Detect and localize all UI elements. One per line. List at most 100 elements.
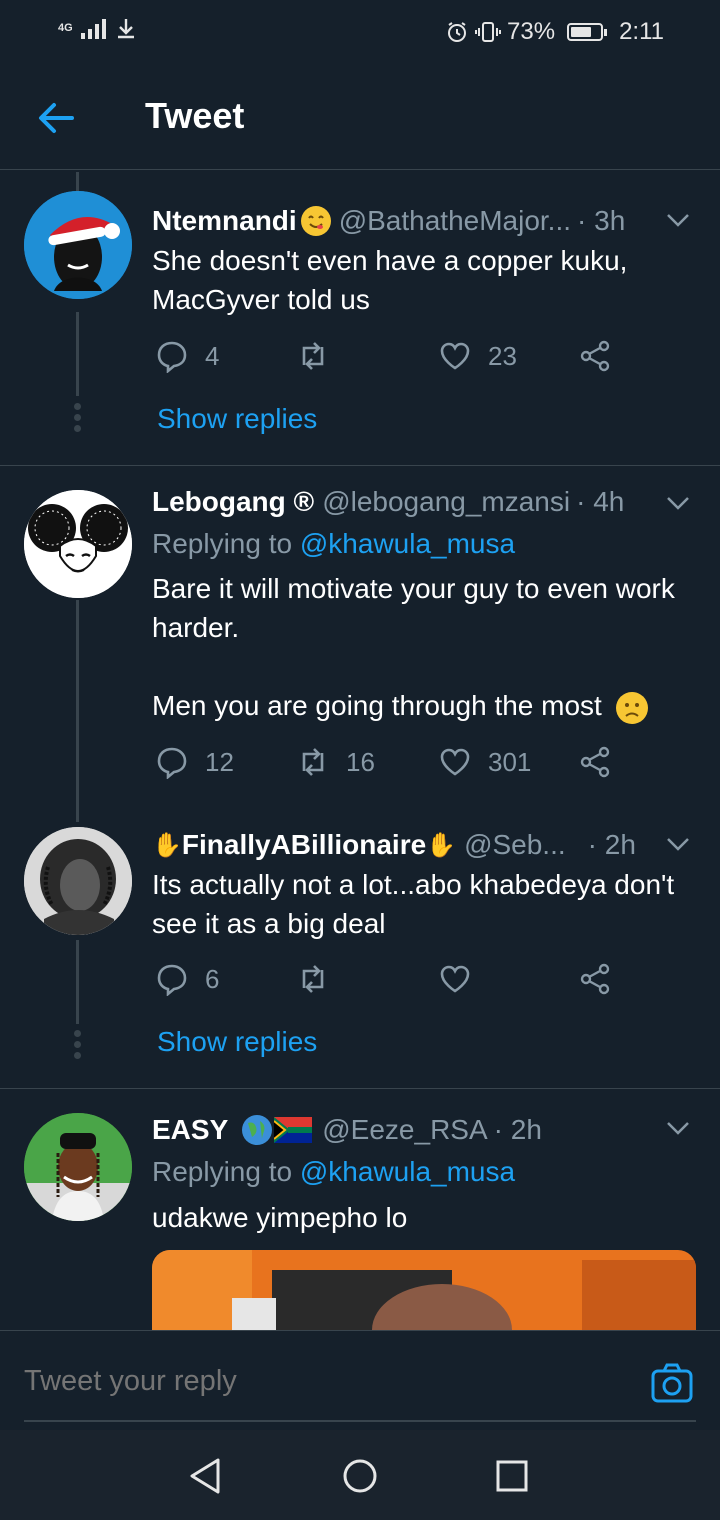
thread-dots bbox=[74, 403, 81, 432]
heart-icon bbox=[440, 748, 470, 776]
replying-to: Replying to @khawula_musa bbox=[152, 1156, 515, 1188]
replying-to-label: Replying to bbox=[152, 1156, 293, 1187]
thread-dots bbox=[74, 1030, 81, 1059]
retweet-icon bbox=[302, 342, 324, 370]
header: Tweet bbox=[0, 62, 720, 170]
tweet-text-line2: Men you are going through the most bbox=[152, 686, 692, 725]
timestamp: · 4h bbox=[576, 486, 625, 517]
replying-to-label: Replying to bbox=[152, 528, 293, 559]
alarm-icon bbox=[448, 22, 467, 42]
avatar[interactable] bbox=[24, 191, 132, 299]
retweet-icon bbox=[302, 748, 324, 776]
status-bar: 4G 73% 2:11 bbox=[0, 0, 720, 62]
worried-face-emoji-icon bbox=[615, 691, 648, 724]
like-button[interactable]: 301 bbox=[438, 745, 531, 779]
system-nav-bar bbox=[0, 1430, 720, 1520]
timestamp: · 2h bbox=[587, 829, 636, 860]
reply-underline bbox=[24, 1420, 696, 1422]
network-type: 4G bbox=[58, 22, 73, 34]
tweet-media-image[interactable] bbox=[152, 1250, 696, 1330]
reply-button[interactable]: 6 bbox=[155, 962, 219, 996]
user-handle[interactable]: @lebogang_mzansi bbox=[322, 486, 570, 518]
tweet-text: Its actually not a lot...abo khabedeya d… bbox=[152, 869, 675, 939]
back-arrow-icon[interactable] bbox=[30, 92, 82, 144]
south-africa-flag-icon bbox=[273, 1117, 313, 1143]
signal-icon bbox=[80, 17, 106, 39]
thread-line bbox=[76, 312, 79, 396]
retweet-count: 16 bbox=[346, 746, 375, 777]
download-icon bbox=[117, 19, 134, 39]
avatar[interactable] bbox=[24, 827, 132, 935]
nav-recents-icon[interactable] bbox=[490, 1454, 534, 1498]
reply-icon bbox=[157, 747, 187, 779]
like-count: 23 bbox=[488, 340, 517, 371]
user-name[interactable]: EASY bbox=[152, 1114, 228, 1146]
user-handle[interactable]: @Seb... bbox=[464, 829, 566, 861]
user-handle[interactable]: @BathatheMajor... bbox=[339, 205, 571, 237]
mention-link[interactable]: @khawula_musa bbox=[300, 528, 515, 559]
avatar[interactable] bbox=[24, 490, 132, 598]
retweet-button[interactable] bbox=[296, 962, 346, 996]
reply-icon bbox=[157, 341, 187, 373]
tweet-text: Bare it will motivate your guy to even w… bbox=[152, 573, 675, 643]
user-name[interactable]: Lebogang ® bbox=[152, 486, 314, 518]
chevron-down-icon[interactable] bbox=[664, 489, 692, 517]
heart-icon bbox=[440, 965, 470, 993]
tweet-text: She doesn't even have a copper kuku, Mac… bbox=[152, 245, 628, 315]
tweet-actions: 6 bbox=[152, 962, 622, 998]
share-button[interactable] bbox=[578, 339, 612, 373]
timestamp: · 2h bbox=[493, 1114, 542, 1145]
mention-link[interactable]: @khawula_musa bbox=[300, 1156, 515, 1187]
share-button[interactable] bbox=[578, 962, 612, 996]
share-button[interactable] bbox=[578, 745, 612, 779]
user-name[interactable]: FinallyABillionaire bbox=[182, 829, 426, 861]
tweet-reply-input[interactable] bbox=[24, 1361, 624, 1401]
raised-hands-emoji-icon: ✋ bbox=[426, 831, 457, 859]
tweet-actions: 4 23 bbox=[152, 339, 622, 375]
divider bbox=[0, 465, 720, 466]
timestamp: · 3h bbox=[577, 205, 626, 236]
user-handle[interactable]: @Eeze_RSA bbox=[322, 1114, 487, 1146]
tweet-text-content: Men you are going through the most bbox=[152, 690, 602, 721]
thread-line bbox=[76, 940, 79, 1024]
reply-button[interactable]: 4 bbox=[155, 339, 219, 373]
user-name[interactable]: Ntemnandi bbox=[152, 205, 297, 237]
divider bbox=[0, 1088, 720, 1089]
globe-emoji-icon bbox=[242, 1115, 273, 1145]
reply-icon bbox=[157, 964, 187, 996]
show-replies-link[interactable]: Show replies bbox=[157, 403, 317, 435]
share-icon bbox=[580, 340, 610, 372]
retweet-button[interactable]: 16 bbox=[296, 745, 375, 779]
share-icon bbox=[580, 746, 610, 778]
avatar[interactable] bbox=[24, 1113, 132, 1221]
raised-hands-emoji-icon: ✋ bbox=[152, 831, 182, 859]
thread-line bbox=[76, 600, 79, 822]
nav-home-icon[interactable] bbox=[338, 1454, 382, 1498]
reply-button[interactable]: 12 bbox=[155, 745, 234, 779]
nav-back-icon[interactable] bbox=[184, 1454, 228, 1498]
battery-percent: 73% bbox=[507, 18, 556, 45]
like-button[interactable]: 23 bbox=[438, 339, 517, 373]
replying-to: Replying to @khawula_musa bbox=[152, 528, 515, 560]
reply-bar bbox=[0, 1330, 720, 1430]
tweet-text: udakwe yimpepho lo bbox=[152, 1202, 408, 1233]
reply-count: 6 bbox=[205, 963, 220, 994]
yum-emoji-icon bbox=[300, 206, 331, 236]
chevron-down-icon[interactable] bbox=[664, 1114, 692, 1142]
share-icon bbox=[580, 963, 610, 995]
chevron-down-icon[interactable] bbox=[664, 830, 692, 858]
camera-icon[interactable] bbox=[650, 1361, 694, 1405]
chevron-down-icon[interactable] bbox=[664, 206, 692, 234]
heart-icon bbox=[440, 342, 470, 370]
reply-count: 12 bbox=[205, 746, 234, 777]
clock: 2:11 bbox=[619, 18, 664, 45]
like-button[interactable] bbox=[438, 962, 488, 996]
battery-icon bbox=[567, 23, 608, 41]
retweet-icon bbox=[302, 965, 324, 993]
like-count: 301 bbox=[488, 746, 532, 777]
tweet-actions: 12 16 301 bbox=[152, 745, 622, 781]
page-title: Tweet bbox=[145, 95, 245, 136]
show-replies-link[interactable]: Show replies bbox=[157, 1026, 317, 1058]
vibrate-icon bbox=[475, 22, 502, 42]
retweet-button[interactable] bbox=[296, 339, 346, 373]
